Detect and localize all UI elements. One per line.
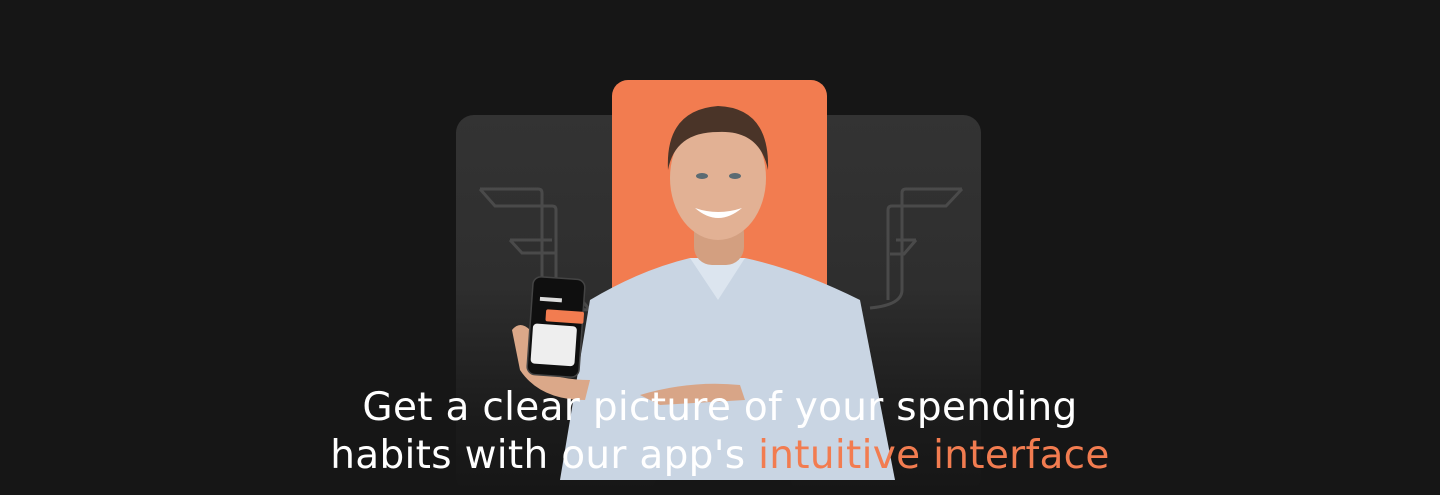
headline-accent-text: intuitive interface <box>758 433 1110 478</box>
brand-logo-icon-right <box>869 187 964 310</box>
headline: Get a clear picture of your spending hab… <box>0 384 1440 480</box>
headline-line-2-prefix: habits with our app's <box>330 433 759 478</box>
headline-line-2: habits with our app's intuitive interfac… <box>0 432 1440 480</box>
smartphone-app-mockup <box>526 276 586 378</box>
headline-line-1: Get a clear picture of your spending <box>362 385 1078 430</box>
